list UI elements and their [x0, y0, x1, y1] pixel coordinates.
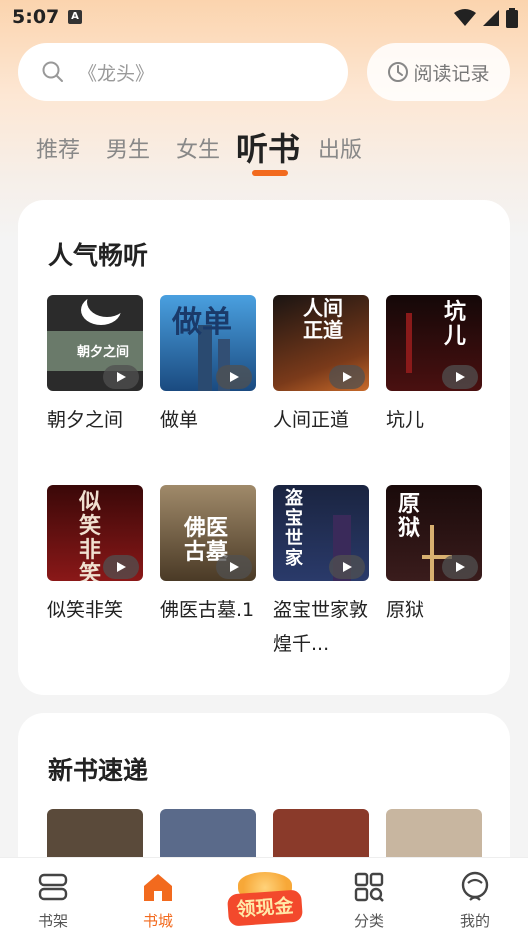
- play-icon[interactable]: [329, 555, 365, 579]
- tab-female[interactable]: 女生: [176, 132, 220, 164]
- status-bar: 5:07 A: [0, 0, 528, 36]
- nav-bookstore[interactable]: 书城: [123, 870, 193, 931]
- book-title[interactable]: 似笑非笑: [47, 593, 143, 627]
- play-icon[interactable]: [442, 555, 478, 579]
- section-title: 新书速递: [48, 756, 149, 785]
- reading-history-button[interactable]: 阅读记录: [367, 43, 510, 101]
- signal-icon: [483, 10, 499, 26]
- book-cover[interactable]: 做单: [160, 295, 256, 391]
- nav-profile[interactable]: 我的: [440, 870, 510, 931]
- tab-male[interactable]: 男生: [106, 132, 150, 164]
- book-title[interactable]: 人间正道: [273, 403, 369, 437]
- book-title[interactable]: 做单: [160, 403, 256, 437]
- book-cover[interactable]: 坑儿: [386, 295, 482, 391]
- search-placeholder: 《龙头》: [78, 62, 155, 85]
- play-icon[interactable]: [103, 365, 139, 389]
- bottom-nav: 书架 书城 领现金 分类 我的: [0, 857, 528, 940]
- cover-title: 人间正道: [303, 296, 343, 342]
- play-icon[interactable]: [216, 555, 252, 579]
- cover-title: 盗宝世家: [285, 488, 303, 569]
- status-time: 5:07: [12, 6, 60, 28]
- nav-label: 书城: [142, 912, 173, 930]
- book-title[interactable]: 朝夕之间: [47, 403, 143, 437]
- book-cover[interactable]: 朝夕之间: [47, 295, 143, 391]
- bookshelf-icon: [38, 873, 68, 901]
- play-icon[interactable]: [442, 365, 478, 389]
- wifi-icon: [454, 9, 476, 26]
- profile-icon: [461, 871, 489, 901]
- book-cover[interactable]: 佛医古墓: [160, 485, 256, 581]
- book-title[interactable]: 原狱: [386, 593, 482, 627]
- book-title[interactable]: 坑儿: [386, 403, 482, 437]
- tab-recommend[interactable]: 推荐: [36, 132, 80, 164]
- search-bar[interactable]: 《龙头》: [18, 43, 348, 101]
- nav-category[interactable]: 分类: [334, 870, 404, 931]
- nav-bookshelf[interactable]: 书架: [18, 870, 88, 931]
- clock-icon: [388, 62, 409, 82]
- book-cover[interactable]: 原狱: [386, 485, 482, 581]
- active-tab-indicator: [252, 170, 288, 176]
- cover-title: 似笑非笑: [79, 490, 102, 582]
- book-cover[interactable]: 人间正道: [273, 295, 369, 391]
- popular-section: 人气畅听 朝夕之间 朝夕之间 做单 做单 人间正道 人间正道 坑儿 坑儿 似笑非…: [18, 200, 510, 695]
- book-cover[interactable]: 盗宝世家: [273, 485, 369, 581]
- nav-label: 领现金: [226, 889, 304, 927]
- reading-history-label: 阅读记录: [413, 62, 490, 85]
- tab-audiobook[interactable]: 听书: [236, 124, 300, 170]
- play-icon[interactable]: [329, 365, 365, 389]
- book-cover[interactable]: 似笑非笑: [47, 485, 143, 581]
- nav-label: 书架: [37, 912, 68, 930]
- home-icon: [144, 874, 172, 901]
- nav-cash[interactable]: 领现金: [226, 872, 304, 928]
- tab-published[interactable]: 出版: [318, 132, 362, 164]
- battery-icon: [506, 8, 518, 28]
- moon-shape: [87, 295, 127, 317]
- search-icon: [42, 61, 63, 82]
- cover-title: 做单: [172, 305, 232, 340]
- book-title[interactable]: 盗宝世家敦煌千...: [273, 593, 369, 661]
- nav-label: 我的: [459, 912, 490, 930]
- section-title: 人气畅听: [48, 241, 149, 270]
- nav-label: 分类: [353, 912, 384, 930]
- play-icon[interactable]: [216, 365, 252, 389]
- cover-title: 原狱: [398, 492, 421, 541]
- category-icon: [354, 872, 384, 902]
- cover-title: 坑儿: [444, 300, 467, 349]
- play-icon[interactable]: [103, 555, 139, 579]
- status-icons: [454, 8, 518, 28]
- book-title[interactable]: 佛医古墓.1: [160, 593, 256, 627]
- notification-icon: A: [68, 10, 82, 24]
- cover-title: 朝夕之间: [77, 345, 130, 360]
